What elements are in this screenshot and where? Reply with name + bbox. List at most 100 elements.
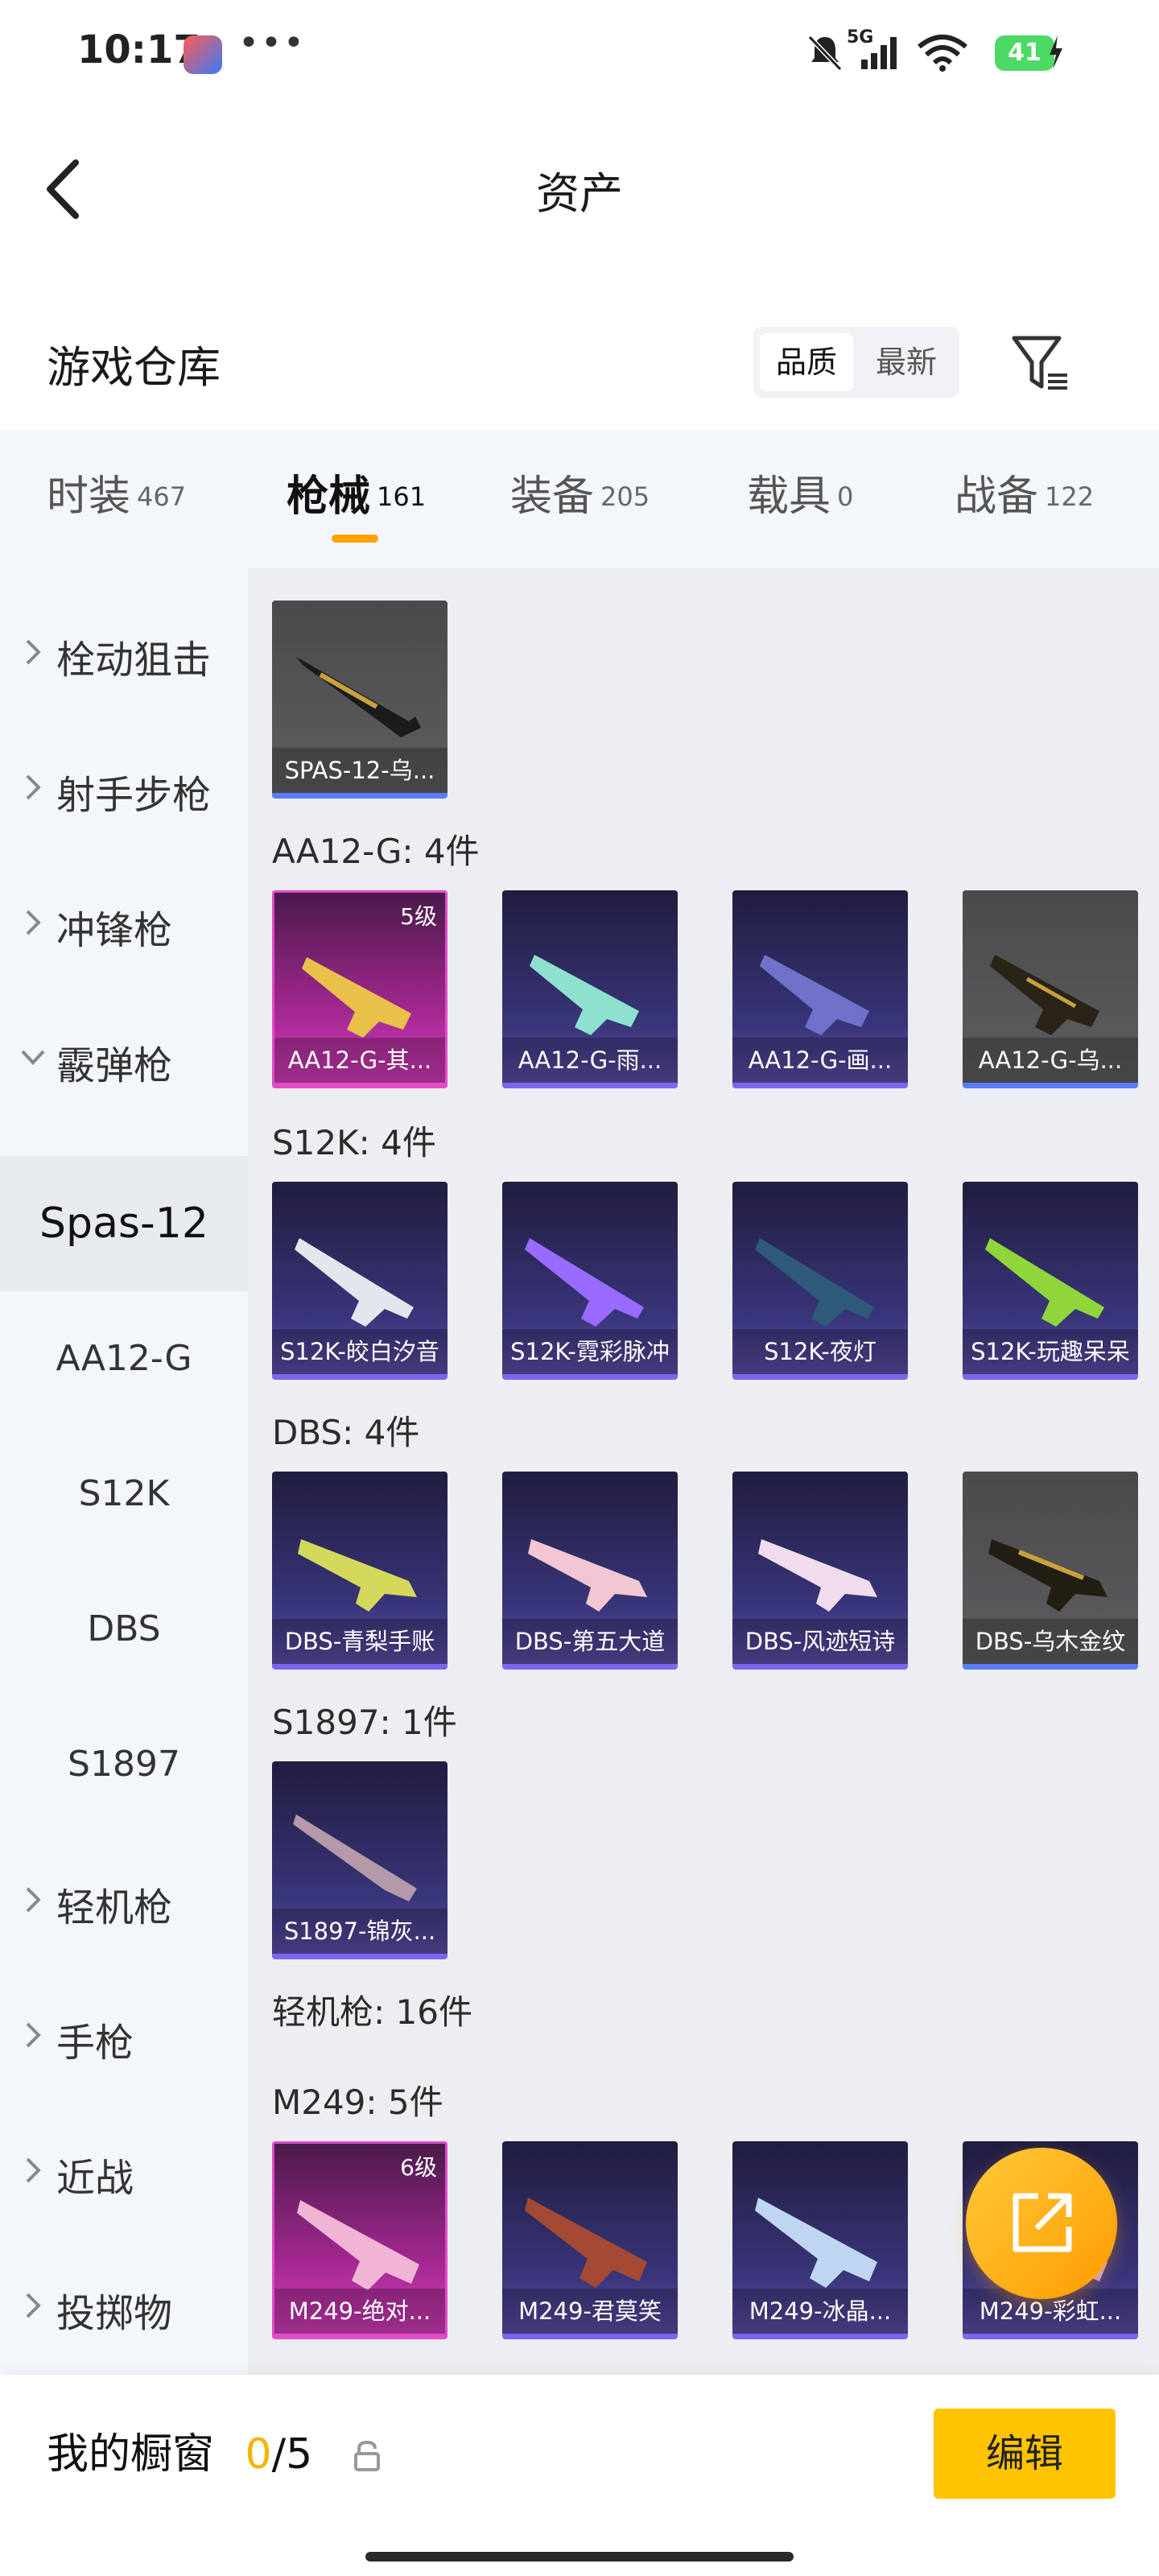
item-name: AA12-G-画...: [732, 1038, 908, 1083]
tab-label: 载具: [747, 473, 831, 521]
filter-icon[interactable]: [1009, 332, 1070, 393]
machine-gun-icon: [525, 2198, 647, 2288]
item-card[interactable]: S12K-霓彩脉冲: [502, 1182, 678, 1380]
sidebar-sub-aa12g[interactable]: AA12-G: [0, 1291, 248, 1426]
sidebar-label: 轻机枪: [56, 1885, 173, 1930]
sidebar: 栓动狙击 射手步枪 冲锋枪 霰弹枪 Spas-12 AA12-G S12K DB…: [0, 568, 248, 2375]
sort-newest-option[interactable]: 最新: [860, 333, 953, 391]
item-name: AA12-G-雨...: [502, 1038, 678, 1083]
item-card[interactable]: DBS-青梨手账: [272, 1472, 448, 1670]
item-card[interactable]: DBS-风迹短诗: [732, 1472, 908, 1670]
item-name: S12K-夜灯: [732, 1329, 908, 1374]
chevron-right-icon: [26, 2293, 41, 2318]
tab-fashion[interactable]: 时装 467: [47, 462, 186, 543]
share-fab-button[interactable]: [966, 2148, 1117, 2299]
item-card[interactable]: AA12-G-乌...: [963, 890, 1138, 1088]
back-arrow-icon[interactable]: [39, 153, 87, 225]
item-name: S12K-玩趣呆呆: [963, 1329, 1138, 1374]
tab-supplies[interactable]: 战备 122: [955, 462, 1094, 543]
sidebar-sub-dbs[interactable]: DBS: [0, 1562, 248, 1697]
rifle-icon: [525, 1238, 644, 1327]
item-name: AA12-G-乌...: [963, 1038, 1138, 1083]
item-card[interactable]: 5级 AA12-G-其...: [272, 890, 448, 1088]
sidebar-sub-s12k[interactable]: S12K: [0, 1426, 248, 1562]
tab-count: 122: [1045, 481, 1095, 512]
sidebar-item-lmg[interactable]: 轻机枪: [0, 1832, 248, 1967]
share-out-icon: [1013, 2193, 1072, 2252]
rifle-icon: [302, 957, 411, 1038]
machine-gun-icon: [755, 2198, 877, 2288]
chevron-right-icon: [26, 910, 41, 935]
item-card[interactable]: S12K-夜灯: [732, 1182, 908, 1380]
sidebar-item-melee[interactable]: 近战: [0, 2103, 248, 2238]
battery-icon: 41: [995, 35, 1054, 71]
home-indicator[interactable]: [365, 2552, 794, 2562]
item-name: S12K-皎白汐音: [272, 1329, 448, 1374]
tab-guns[interactable]: 枪械 161: [287, 462, 426, 543]
sidebar-sub-s1897[interactable]: S1897: [0, 1697, 248, 1832]
tab-equipment[interactable]: 装备 205: [510, 462, 650, 543]
item-name: AA12-G-其...: [274, 1038, 445, 1083]
item-name: M249-绝对...: [274, 2289, 445, 2334]
item-card[interactable]: DBS-第五大道: [502, 1472, 678, 1670]
section-header-s12k: S12K: 4件: [272, 1123, 436, 1162]
item-card[interactable]: M249-冰晶...: [732, 2141, 908, 2339]
section-header-s1897: S1897: 1件: [272, 1703, 457, 1742]
shotgun-icon: [298, 1539, 417, 1612]
tab-vehicles[interactable]: 载具 0: [747, 462, 853, 543]
item-name: SPAS-12-乌...: [272, 748, 448, 793]
shotgun-icon: [758, 1539, 877, 1612]
sidebar-label: 手枪: [56, 2021, 134, 2066]
tab-label: 战备: [955, 473, 1039, 521]
item-grid: SPAS-12-乌... AA12-G: 4件 5级 AA12-G-其... A…: [248, 568, 1159, 2375]
item-card[interactable]: S12K-玩趣呆呆: [963, 1182, 1138, 1380]
showcase-total-count: 5: [286, 2430, 313, 2479]
warehouse-title: 游戏仓库: [47, 342, 221, 393]
item-card[interactable]: AA12-G-雨...: [502, 890, 678, 1088]
sidebar-item-smg[interactable]: 冲锋枪: [0, 855, 248, 990]
item-card[interactable]: SPAS-12-乌...: [272, 601, 448, 799]
rifle-icon: [755, 1238, 874, 1327]
section-header-lmg: 轻机枪: 16件: [272, 1992, 472, 2032]
sidebar-label: 栓动狙击: [56, 638, 212, 683]
sidebar-item-shotgun[interactable]: 霰弹枪: [0, 990, 248, 1125]
item-name: S1897-锦灰...: [272, 1909, 448, 1954]
chevron-right-icon: [26, 2022, 41, 2048]
sidebar-item-throwables[interactable]: 投掷物: [0, 2238, 248, 2373]
shotgun-icon: [293, 1814, 417, 1901]
charging-icon: [1050, 35, 1062, 69]
shotgun-icon: [988, 1539, 1107, 1612]
tab-count: 467: [137, 481, 187, 512]
app-notification-icon: [184, 35, 222, 74]
tab-label: 枪械: [287, 473, 371, 521]
sort-toggle: 品质 最新: [753, 327, 959, 398]
sidebar-label: 射手步枪: [56, 773, 212, 818]
wifi-icon: [918, 35, 967, 72]
item-card[interactable]: DBS-乌木金纹: [963, 1472, 1138, 1670]
tab-label: 装备: [510, 473, 595, 521]
chevron-right-icon: [26, 774, 41, 800]
edit-button[interactable]: 编辑: [934, 2409, 1116, 2499]
showcase-separator: /: [271, 2430, 287, 2479]
item-card[interactable]: 6级 M249-绝对...: [272, 2141, 448, 2339]
sidebar-sub-spas12[interactable]: Spas-12: [0, 1156, 248, 1291]
lock-icon: [354, 2440, 380, 2471]
item-card[interactable]: AA12-G-画...: [732, 890, 908, 1088]
sidebar-item-marksman[interactable]: 射手步枪: [0, 720, 248, 855]
tab-count: 0: [837, 481, 854, 512]
sidebar-item-pistol[interactable]: 手枪: [0, 1967, 248, 2103]
item-card[interactable]: M249-君莫笑: [502, 2141, 678, 2339]
sidebar-item-bolt-sniper[interactable]: 栓动狙击: [0, 584, 248, 720]
rifle-icon: [990, 955, 1099, 1035]
status-time: 10:17: [77, 27, 200, 72]
sidebar-label: 霰弹枪: [56, 1043, 173, 1088]
sort-quality-option[interactable]: 品质: [760, 333, 853, 391]
rifle-icon: [295, 1238, 414, 1327]
chevron-right-icon: [26, 639, 41, 665]
shotgun-icon: [528, 1539, 647, 1612]
item-card[interactable]: S1897-锦灰...: [272, 1761, 448, 1959]
chevron-right-icon: [26, 2157, 41, 2183]
bottom-bar: 我的橱窗 0/5 编辑: [0, 2375, 1159, 2576]
item-card[interactable]: S12K-皎白汐音: [272, 1182, 448, 1380]
item-name: S12K-霓彩脉冲: [502, 1329, 678, 1374]
